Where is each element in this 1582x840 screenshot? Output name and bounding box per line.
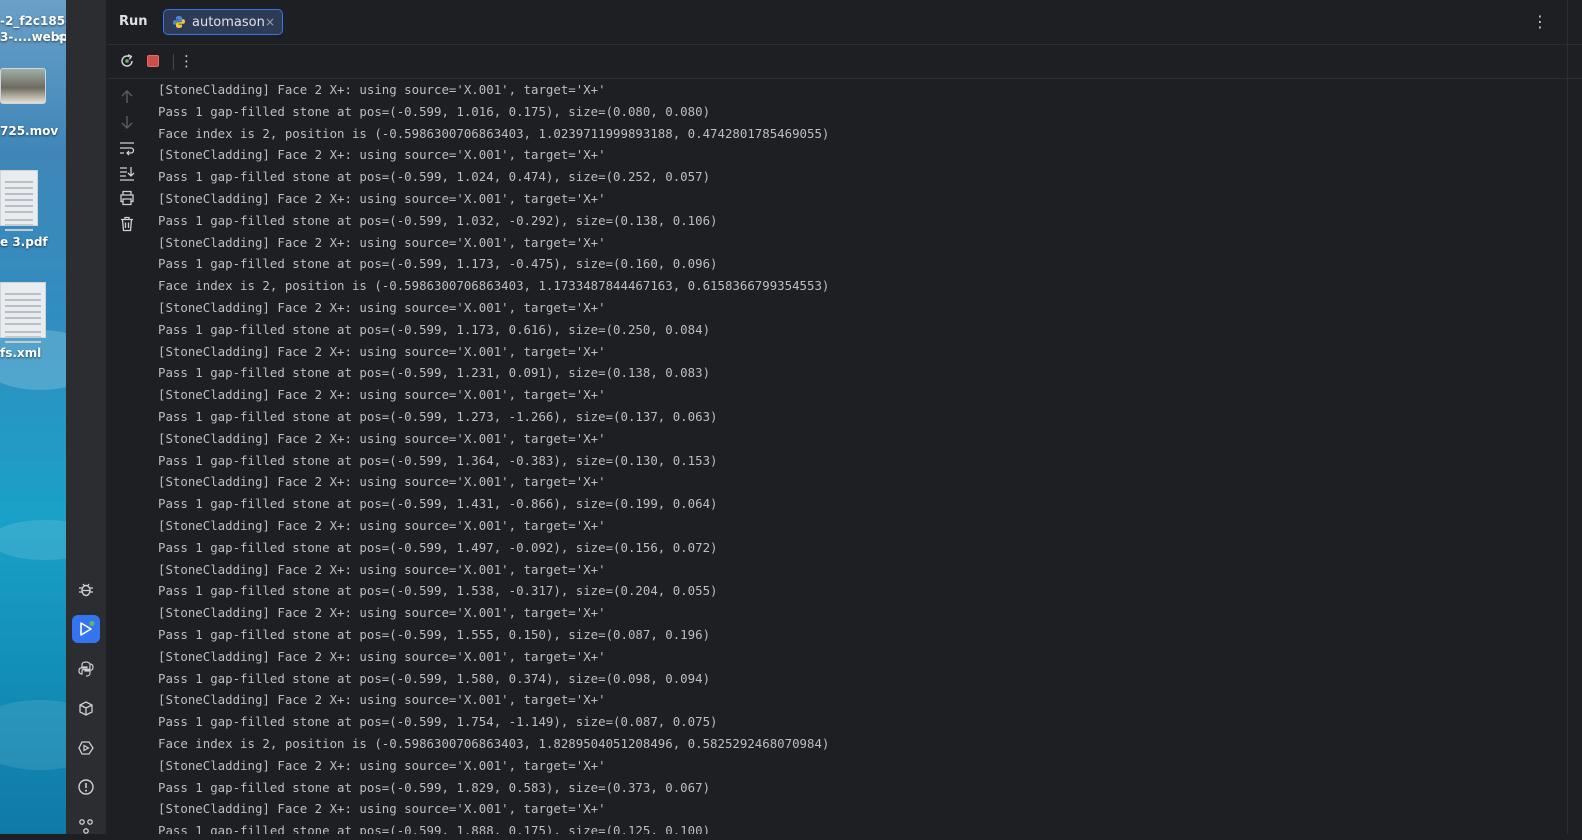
console-line: Pass 1 gap-filled stone at pos=(-0.599, … — [158, 256, 718, 272]
desktop-wave — [0, 330, 66, 390]
run-tool-button[interactable] — [72, 615, 100, 643]
desktop-file-webp-label[interactable]: -2_f2c1854 — [0, 14, 66, 28]
python-console-tool-button[interactable] — [72, 655, 100, 683]
run-window-header: Run automason × ⋮ — [107, 0, 1582, 45]
console-line: Face index is 2, position is (-0.5986300… — [158, 278, 830, 294]
soft-wrap-button[interactable] — [118, 139, 136, 157]
python-packages-icon — [79, 701, 93, 716]
console-line: [StoneCladding] Face 2 X+: using source=… — [158, 517, 606, 533]
python-icon — [173, 16, 185, 28]
console-line: Pass 1 gap-filled stone at pos=(-0.599, … — [158, 583, 718, 599]
desktop-file-mov-label[interactable]: 725.mov — [0, 124, 58, 138]
problems-tool-button[interactable] — [72, 773, 100, 801]
cloud-icon — [58, 33, 66, 40]
console-line: Pass 1 gap-filled stone at pos=(-0.599, … — [158, 212, 718, 228]
stop-icon[interactable] — [145, 53, 161, 69]
desktop-file-pdf-label[interactable]: e 3.pdf — [0, 235, 48, 249]
desktop-file-xml-label[interactable]: fs.xml — [0, 346, 41, 360]
run-icon — [80, 621, 95, 636]
toolbar-separator — [173, 54, 174, 70]
console-line: Pass 1 gap-filled stone at pos=(-0.599, … — [158, 626, 711, 642]
console-line: Pass 1 gap-filled stone at pos=(-0.599, … — [158, 823, 711, 834]
console-line: [StoneCladding] Face 2 X+: using source=… — [158, 474, 606, 490]
rerun-icon[interactable] — [119, 53, 135, 69]
tool-window-stripe — [66, 0, 107, 834]
desktop-wave — [0, 700, 66, 770]
console-line: [StoneCladding] Face 2 X+: using source=… — [158, 234, 606, 250]
console-line: [StoneCladding] Face 2 X+: using source=… — [158, 801, 606, 817]
toolbar-more-icon[interactable]: ⋮ — [179, 51, 194, 71]
console-line: Pass 1 gap-filled stone at pos=(-0.599, … — [158, 670, 711, 686]
console-line: Pass 1 gap-filled stone at pos=(-0.599, … — [158, 496, 718, 512]
console-line: Face index is 2, position is (-0.5986300… — [158, 125, 830, 141]
scroll-to-end-button[interactable] — [118, 164, 136, 182]
console-line: Face index is 2, position is (-0.5986300… — [158, 735, 830, 751]
console-line: Pass 1 gap-filled stone at pos=(-0.599, … — [158, 169, 711, 185]
console-line: Pass 1 gap-filled stone at pos=(-0.599, … — [158, 103, 711, 119]
console-line: [StoneCladding] Face 2 X+: using source=… — [158, 190, 606, 206]
console-line: [StoneCladding] Face 2 X+: using source=… — [158, 343, 606, 359]
services-icon — [78, 741, 94, 755]
bug-icon — [79, 583, 93, 597]
desktop-wave — [0, 520, 66, 560]
console-side-toolbar — [107, 78, 147, 834]
console-line: [StoneCladding] Face 2 X+: using source=… — [158, 648, 606, 664]
console-line: Pass 1 gap-filled stone at pos=(-0.599, … — [158, 321, 711, 337]
trash-icon — [121, 216, 133, 232]
services-tool-button[interactable] — [72, 734, 100, 762]
soft-wrap-icon — [120, 142, 135, 156]
console-line: [StoneCladding] Face 2 X+: using source=… — [158, 82, 606, 97]
console-line: Pass 1 gap-filled stone at pos=(-0.599, … — [158, 779, 711, 795]
console-line: [StoneCladding] Face 2 X+: using source=… — [158, 299, 606, 315]
xml-thumbnail[interactable] — [0, 282, 46, 338]
scroll-up-button[interactable] — [118, 88, 136, 106]
python-packages-tool-button[interactable] — [72, 695, 100, 723]
clear-all-button[interactable] — [118, 215, 136, 233]
tool-window-title: Run — [119, 14, 148, 29]
console-line: [StoneCladding] Face 2 X+: using source=… — [158, 692, 606, 708]
console-line: [StoneCladding] Face 2 X+: using source=… — [158, 147, 606, 163]
console-line: [StoneCladding] Face 2 X+: using source=… — [158, 387, 606, 403]
python-console-icon — [78, 661, 94, 677]
debug-tool-button[interactable] — [72, 575, 100, 603]
run-config-tab-label: automason — [192, 14, 265, 30]
scroll-down-button[interactable] — [118, 113, 136, 131]
console-line: Pass 1 gap-filled stone at pos=(-0.599, … — [158, 408, 718, 424]
arrow-up-icon — [121, 90, 133, 103]
console-line: Pass 1 gap-filled stone at pos=(-0.599, … — [158, 539, 718, 555]
run-toolbar: ⋮ — [107, 44, 1582, 79]
print-icon — [120, 190, 134, 206]
scroll-to-end-icon — [120, 167, 135, 181]
desktop-file-webp-label-2[interactable]: 3-....webp — [0, 30, 66, 44]
more-options-icon[interactable]: ⋮ — [1532, 12, 1548, 32]
console-line: [StoneCladding] Face 2 X+: using source=… — [158, 605, 606, 621]
console-line: Pass 1 gap-filled stone at pos=(-0.599, … — [158, 365, 711, 381]
video-thumbnail[interactable] — [0, 68, 46, 104]
print-button[interactable] — [118, 189, 136, 207]
console-line: Pass 1 gap-filled stone at pos=(-0.599, … — [158, 714, 718, 730]
console-line: Pass 1 gap-filled stone at pos=(-0.599, … — [158, 452, 718, 468]
version-control-tool-button[interactable] — [72, 812, 100, 840]
panel-divider — [1567, 0, 1568, 834]
console-line: [StoneCladding] Face 2 X+: using source=… — [158, 430, 606, 446]
console-output[interactable]: [StoneCladding] Face 2 X+: using source=… — [158, 79, 1582, 834]
version-control-icon — [79, 819, 93, 834]
run-config-tab[interactable]: automason × — [163, 9, 283, 35]
run-tool-window: Run automason × ⋮ ⋮ [StoneCladding] Face… — [107, 0, 1582, 834]
close-tab-icon[interactable]: × — [265, 15, 275, 29]
pdf-thumbnail[interactable] — [0, 170, 38, 226]
arrow-down-icon — [121, 116, 133, 129]
desktop-background: -2_f2c1854 3-....webp 725.mov e 3.pdf fs… — [0, 0, 66, 834]
console-line: [StoneCladding] Face 2 X+: using source=… — [158, 757, 606, 773]
problems-icon — [78, 779, 94, 795]
console-line: [StoneCladding] Face 2 X+: using source=… — [158, 561, 606, 577]
